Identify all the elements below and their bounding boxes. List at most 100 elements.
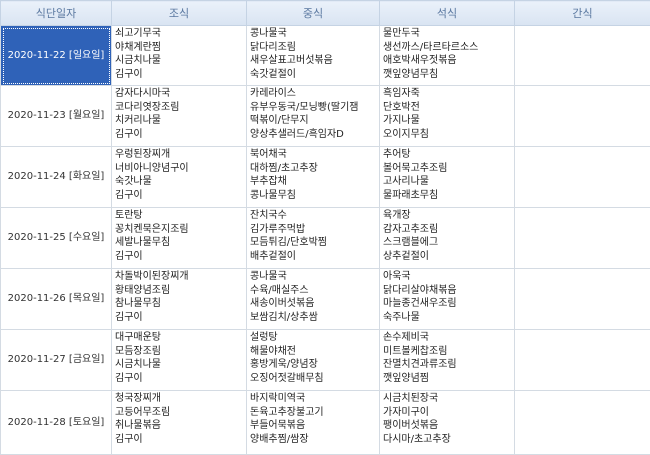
breakfast-cell[interactable]: 토란탕꽁치켄묵은지조림세발나물무침김구이 (112, 208, 247, 269)
breakfast-cell[interactable]: 차돌박이된장찌개황태양념조림참나물무침김구이 (112, 269, 247, 330)
lunch-cell[interactable]: 설렁탕해물야채전홍방게욱/양념장오징어젓갈배무침 (247, 330, 380, 391)
table-row[interactable]: 2020-11-22 [일요일]쇠고기무국야채계란찜시금치나물김구이콩나물국닭다… (1, 26, 650, 86)
snack-cell[interactable] (515, 391, 650, 455)
table-row[interactable]: 2020-11-26 [목요일]차돌박이된장찌개황태양념조림참나물무침김구이콩나… (1, 269, 650, 330)
dish-item: 볼어묵고추조림 (383, 162, 514, 176)
dish-item: 마늘종건새우조림 (383, 297, 514, 311)
dish-item: 아욱국 (383, 270, 514, 284)
meal-plan-grid: 식단일자 조식 중식 석식 간식 2020-11-22 [일요일]쇠고기무국야채… (0, 0, 650, 455)
column-header-snack[interactable]: 간식 (515, 1, 650, 26)
dish-item: 스크램블에그 (383, 236, 514, 250)
column-header-breakfast[interactable]: 조식 (112, 1, 247, 26)
dish-item: 보쌈김치/상추쌈 (250, 311, 379, 325)
dish-item: 오징어젓갈배무침 (250, 372, 379, 386)
dish-item: 잔치국수 (250, 209, 379, 223)
dish-item: 취나물볶음 (115, 419, 246, 433)
dish-item: 가자미구이 (383, 406, 514, 420)
table-row[interactable]: 2020-11-27 [금요일]대구매운탕모듬장조림시금치나물김구이설렁탕해물야… (1, 330, 650, 391)
dish-item: 김가루주먹밥 (250, 223, 379, 237)
table-row[interactable]: 2020-11-24 [화요일]우렁된장찌개너비아니양념구이숙갓나물김구이북어채… (1, 147, 650, 208)
snack-cell[interactable] (515, 269, 650, 330)
dinner-cell[interactable]: 아욱국닭다리살야채볶음마늘종건새우조림숙주나물 (380, 269, 515, 330)
dish-item: 청국장찌개 (115, 392, 246, 406)
lunch-cell[interactable]: 북어채국대하찜/초고추장부추잡채콩나물무침 (247, 147, 380, 208)
table-row[interactable]: 2020-11-23 [월요일]감자다시마국코다리엿장조림치커리나물김구이카레라… (1, 86, 650, 147)
lunch-cell[interactable]: 콩나물국수육/매실주스새송이버섯볶음보쌈김치/상추쌈 (247, 269, 380, 330)
dish-item: 육개장 (383, 209, 514, 223)
dish-item: 치커리나물 (115, 114, 246, 128)
column-header-lunch[interactable]: 중식 (247, 1, 380, 26)
dish-item: 새우살표고버섯볶음 (250, 54, 379, 68)
date-cell[interactable]: 2020-11-23 [월요일] (1, 86, 112, 147)
date-cell[interactable]: 2020-11-25 [수요일] (1, 208, 112, 269)
dinner-cell[interactable]: 육개장감자고추조림스크램블에그상추겉절이 (380, 208, 515, 269)
table-row[interactable]: 2020-11-28 [토요일]청국장찌개고등어무조림취나물볶음김구이바지락미역… (1, 391, 650, 455)
dish-item: 김구이 (115, 250, 246, 264)
dish-item: 흑임자죽 (383, 87, 514, 101)
dinner-cell[interactable]: 시금치된장국가자미구이팽이버섯볶음다시마/초고추장 (380, 391, 515, 455)
snack-cell[interactable] (515, 147, 650, 208)
dish-item: 대구매운탕 (115, 331, 246, 345)
snack-cell[interactable] (515, 330, 650, 391)
dish-item: 숙갓겉절이 (250, 68, 379, 82)
dish-item: 감자고추조림 (383, 223, 514, 237)
date-cell[interactable]: 2020-11-26 [목요일] (1, 269, 112, 330)
dinner-cell[interactable]: 손수제비국미트볼케찹조림잔멸치견과류조림깻잎양념찜 (380, 330, 515, 391)
dish-item: 우렁된장찌개 (115, 148, 246, 162)
dish-item: 꽁치켄묵은지조림 (115, 223, 246, 237)
snack-cell[interactable] (515, 208, 650, 269)
dish-item: 토란탕 (115, 209, 246, 223)
date-cell[interactable]: 2020-11-27 [금요일] (1, 330, 112, 391)
dish-item: 새송이버섯볶음 (250, 297, 379, 311)
breakfast-cell[interactable]: 감자다시마국코다리엿장조림치커리나물김구이 (112, 86, 247, 147)
dish-item: 추어탕 (383, 148, 514, 162)
date-cell[interactable]: 2020-11-22 [일요일] (1, 26, 112, 86)
breakfast-cell[interactable]: 쇠고기무국야채계란찜시금치나물김구이 (112, 26, 247, 86)
breakfast-cell[interactable]: 청국장찌개고등어무조림취나물볶음김구이 (112, 391, 247, 455)
dish-item: 너비아니양념구이 (115, 162, 246, 176)
dish-item: 대하찜/초고추장 (250, 162, 379, 176)
dish-item: 깻잎양념찜 (383, 372, 514, 386)
dish-item: 배추겉절이 (250, 250, 379, 264)
dish-item: 콩나물국 (250, 27, 379, 41)
dish-item: 고사리나물 (383, 175, 514, 189)
dinner-cell[interactable]: 물만두국생선까스/타르타르소스애호박새우젓볶음깻잎양념무침 (380, 26, 515, 86)
breakfast-cell[interactable]: 대구매운탕모듬장조림시금치나물김구이 (112, 330, 247, 391)
snack-cell[interactable] (515, 26, 650, 86)
dinner-cell[interactable]: 추어탕볼어묵고추조림고사리나물물파래초무침 (380, 147, 515, 208)
dish-item: 김구이 (115, 433, 246, 447)
dish-item: 상추겉절이 (383, 250, 514, 264)
dish-item: 콩나물무침 (250, 189, 379, 203)
snack-cell[interactable] (515, 86, 650, 147)
dish-item: 단호박전 (383, 101, 514, 115)
breakfast-cell[interactable]: 우렁된장찌개너비아니양념구이숙갓나물김구이 (112, 147, 247, 208)
dish-item: 참나물무침 (115, 297, 246, 311)
dish-item: 야채계란찜 (115, 41, 246, 55)
date-cell[interactable]: 2020-11-28 [토요일] (1, 391, 112, 455)
lunch-cell[interactable]: 콩나물국닭다리조림새우살표고버섯볶음숙갓겉절이 (247, 26, 380, 86)
dish-item: 양상추샐러드/흑임자D (250, 128, 379, 142)
dish-item: 모듬장조림 (115, 345, 246, 359)
dish-item: 콩나물국 (250, 270, 379, 284)
dish-item: 시금치된장국 (383, 392, 514, 406)
lunch-cell[interactable]: 잔치국수김가루주먹밥모듬튀김/단호박찜배추겉절이 (247, 208, 380, 269)
lunch-cell[interactable]: 카레라이스유부우동국/모닝빵(딸기잼떡볶이/단무지양상추샐러드/흑임자D (247, 86, 380, 147)
date-cell[interactable]: 2020-11-24 [화요일] (1, 147, 112, 208)
dish-item: 부들어묵볶음 (250, 419, 379, 433)
dish-item: 시금치나물 (115, 358, 246, 372)
dish-item: 바지락미역국 (250, 392, 379, 406)
dish-item: 김구이 (115, 311, 246, 325)
dish-item: 고등어무조림 (115, 406, 246, 420)
table-row[interactable]: 2020-11-25 [수요일]토란탕꽁치켄묵은지조림세발나물무침김구이잔치국수… (1, 208, 650, 269)
dish-item: 김구이 (115, 128, 246, 142)
dish-item: 김구이 (115, 68, 246, 82)
dish-item: 부추잡채 (250, 175, 379, 189)
dish-item: 떡볶이/단무지 (250, 114, 379, 128)
dish-item: 오이지무침 (383, 128, 514, 142)
column-header-date[interactable]: 식단일자 (1, 1, 112, 26)
lunch-cell[interactable]: 바지락미역국돈육고추장불고기부들어묵볶음양배추찜/쌈장 (247, 391, 380, 455)
dish-item: 모듬튀김/단호박찜 (250, 236, 379, 250)
dish-item: 설렁탕 (250, 331, 379, 345)
column-header-dinner[interactable]: 석식 (380, 1, 515, 26)
dinner-cell[interactable]: 흑임자죽단호박전가지나물오이지무침 (380, 86, 515, 147)
